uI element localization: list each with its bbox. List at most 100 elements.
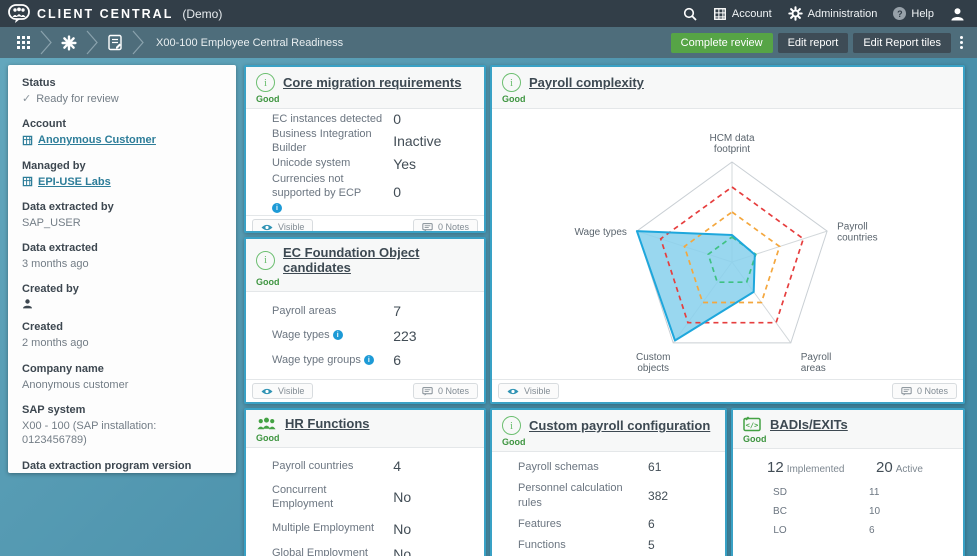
report-content: Status ✓Ready for review Account Anonymo… [0,58,977,556]
field-label: Status [22,77,222,89]
field-value: X00 - 100 (SAP installation: 0123456789) [22,419,222,448]
search-icon[interactable] [683,7,697,21]
field-created-by: Created by [8,283,236,309]
field-value: Ready for review [36,92,119,106]
card-hr-functions: HR Functions Good Payroll countries4 Con… [244,408,486,556]
visible-toggle-button[interactable]: Visible [252,219,313,233]
svg-text:Payrollcountries: Payrollcountries [837,222,878,244]
building-icon [713,7,727,21]
chevron-right-icon [130,27,146,58]
breadcrumb [8,27,146,58]
field-sap-system: SAP system X00 - 100 (SAP installation: … [8,404,236,448]
field-label: Data extraction program version [22,460,222,472]
field-account: Account Anonymous Customer [8,118,236,147]
help-menu[interactable]: ? Help [893,7,934,20]
chevron-right-icon [84,27,100,58]
visible-toggle-button[interactable]: Visible [498,383,559,399]
administration-label: Administration [808,8,878,20]
field-label: Company name [22,363,222,375]
note-icon [422,387,433,396]
metric-row: Global EmploymentNo [246,546,484,556]
card-title-link[interactable]: BADIs/EXITs [770,417,848,432]
visible-toggle-button[interactable]: Visible [252,383,313,399]
info-tooltip-icon[interactable]: i [272,203,282,213]
info-circle-icon: i [256,73,275,92]
info-circle-icon: i [502,73,521,92]
info-circle-icon: i [256,251,275,270]
card-title-link[interactable]: EC Foundation Object candidates [283,245,472,275]
help-question-icon: ? [893,7,906,20]
metric-row: Features6 [492,517,725,531]
card-title-link[interactable]: Custom payroll configuration [529,418,710,433]
field-label: Created [22,321,222,333]
managed-by-link[interactable]: EPI-USE Labs [38,175,111,189]
breadcrumb-report-title: X00-100 Employee Central Readiness [156,37,343,49]
complete-review-button[interactable]: Complete review [671,33,773,53]
code-icon: </> [743,416,762,432]
metric-row: Wage type groupsi 6 [246,352,484,368]
metric-row: Functions5 [492,538,725,552]
report-document-icon[interactable] [100,34,130,51]
field-status: Status ✓Ready for review [8,77,236,106]
card-title-link[interactable]: Payroll complexity [529,75,644,90]
notes-button[interactable]: 0 Notes [413,383,478,399]
field-data-extracted: Data extracted 3 months ago [8,242,236,271]
building-icon [22,135,33,146]
metric-row: Personnel calculation rules382 [492,481,725,510]
card-title-link[interactable]: Core migration requirements [283,75,461,90]
chevron-right-icon [38,27,54,58]
administration-menu[interactable]: Administration [788,6,878,21]
svg-text:HCM datafootprint: HCM datafootprint [709,133,754,155]
field-value: SAP_USER [22,216,222,230]
apps-grid-icon[interactable] [8,35,38,50]
account-menu[interactable]: Account [713,7,772,21]
account-label: Account [732,8,772,20]
edit-report-button[interactable]: Edit report [778,33,849,53]
svg-text:Payrollareas: Payrollareas [801,352,832,374]
info-circle-icon: i [502,416,521,435]
client-central-logo-icon [8,4,30,23]
help-label: Help [911,8,934,20]
card-title-link[interactable]: HR Functions [285,416,370,431]
metric-row: Payroll countries4 [246,458,484,474]
card-ec-foundation-object-candidates: i EC Foundation Object candidates Good P… [244,237,486,404]
field-company-name: Company name Anonymous customer [8,363,236,392]
status-badge: Good [256,433,472,443]
report-summary-sidebar: Status ✓Ready for review Account Anonymo… [8,65,236,473]
eye-icon [261,387,273,396]
status-badge: Good [502,437,713,447]
people-group-icon [256,416,277,431]
report-toolbar: X00-100 Employee Central Readiness Compl… [0,27,977,58]
notes-button[interactable]: 0 Notes [892,383,957,399]
edit-report-tiles-button[interactable]: Edit Report tiles [853,33,951,53]
info-tooltip-icon[interactable]: i [364,355,374,365]
card-core-migration-requirements: i Core migration requirements Good EC in… [244,65,486,233]
field-label: SAP system [22,404,222,416]
badis-summary-row: 12Implemented 20Active [733,449,963,483]
account-link[interactable]: Anonymous Customer [38,133,156,147]
implemented-count: 12 [767,459,784,476]
field-managed-by: Managed by EPI-USE Labs [8,160,236,189]
info-tooltip-icon[interactable]: i [333,330,343,340]
card-payroll-complexity: i Payroll complexity Good HCM datafootpr… [490,65,965,404]
metric-row: Wage typesi 223 [246,328,484,344]
svg-text:Customobjects: Customobjects [636,352,670,374]
settings-gear-icon[interactable] [54,35,84,51]
brand-suffix: (Demo) [182,7,222,21]
brand[interactable]: CLIENT CENTRAL (Demo) [8,4,222,23]
user-profile-icon[interactable] [950,7,965,21]
note-icon [901,387,912,396]
note-icon [422,223,433,232]
status-badge: Good [502,94,951,104]
metric-row: Unicode systemYes [246,156,484,172]
badis-module-row: SD11 [733,483,963,502]
overflow-menu-icon[interactable] [956,36,967,49]
payroll-complexity-radar-chart: HCM datafootprint Payrollcountries Payroll… [492,112,963,376]
card-custom-payroll-configuration: i Custom payroll configuration Good Payr… [490,408,727,556]
field-label: Account [22,118,222,130]
metric-row: Concurrent EmploymentNo [246,483,484,512]
field-data-extracted-by: Data extracted by SAP_USER [8,201,236,230]
badis-module-row: BC10 [733,502,963,521]
notes-button[interactable]: 0 Notes [413,219,478,233]
svg-text:Wage types: Wage types [574,227,626,238]
